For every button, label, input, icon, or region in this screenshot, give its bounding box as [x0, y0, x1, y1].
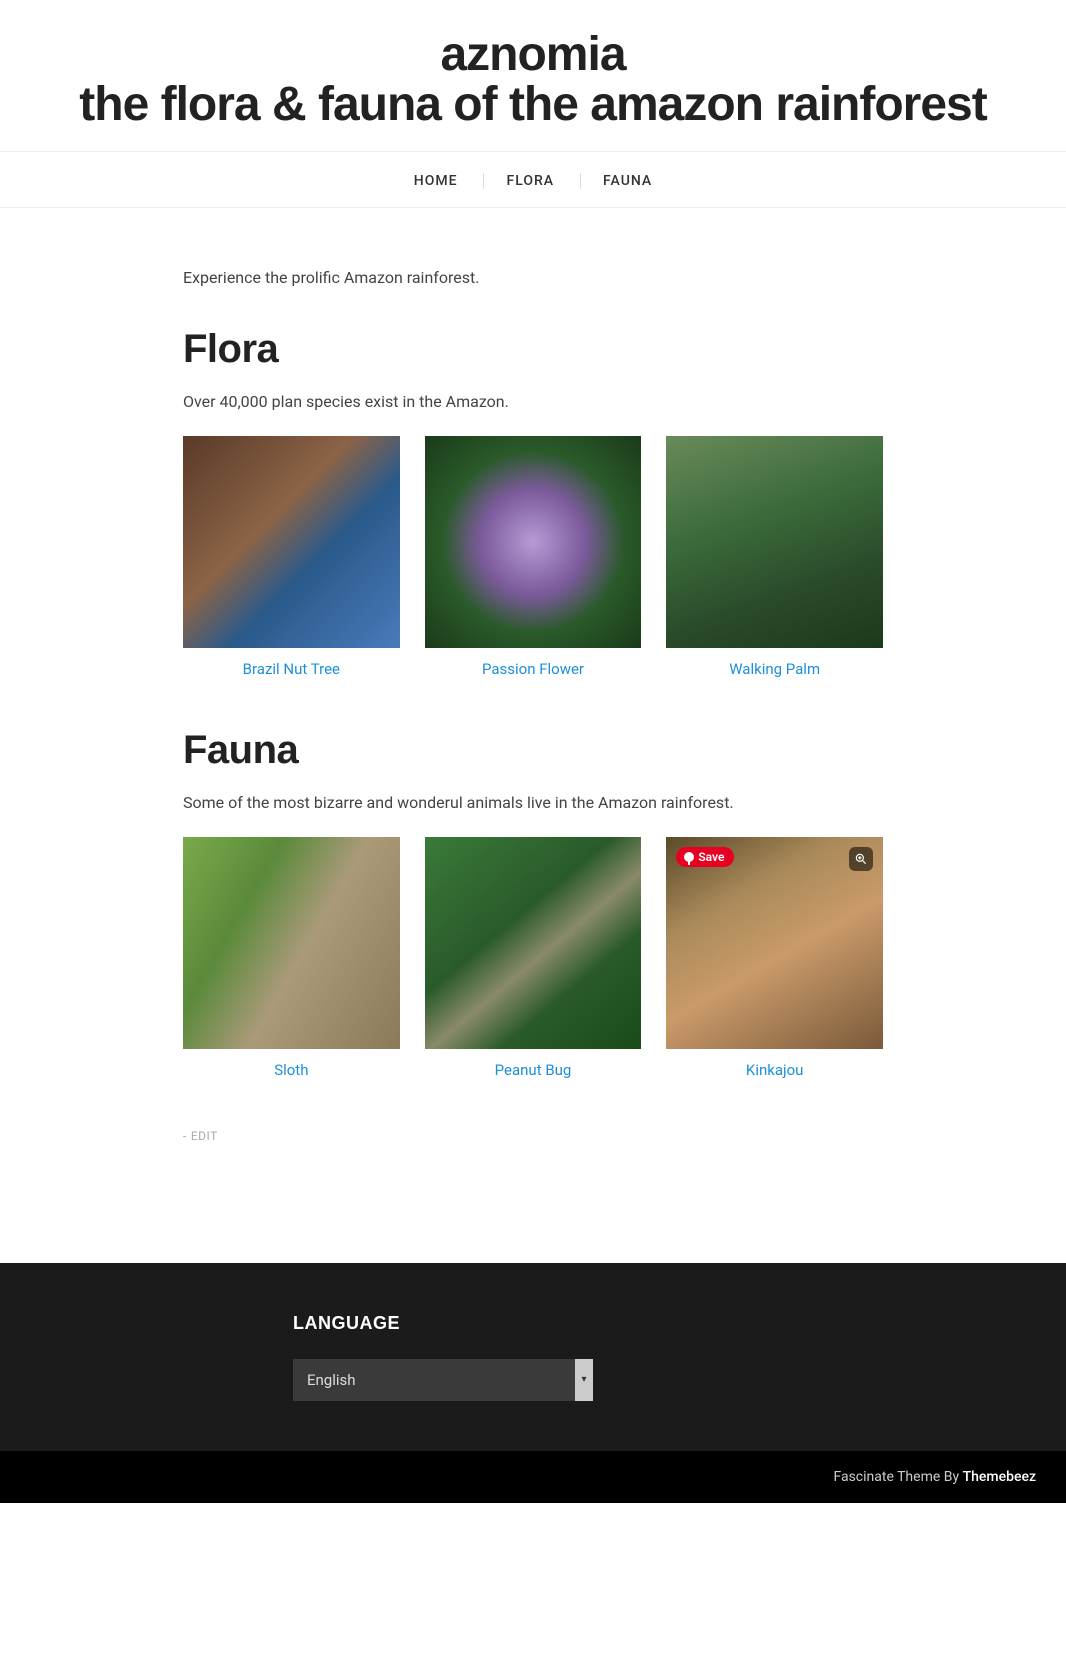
- site-title-line2: the flora & fauna of the amazon rainfore…: [20, 80, 1046, 130]
- nav-fauna[interactable]: FAUNA: [580, 173, 674, 189]
- flora-caption-link[interactable]: Brazil Nut Tree: [243, 660, 340, 678]
- fauna-item: Save Kinkajou: [666, 837, 883, 1079]
- main-content: Experience the prolific Amazon rainfores…: [143, 208, 923, 1183]
- zoom-icon: [854, 852, 868, 866]
- flora-item: Brazil Nut Tree: [183, 436, 400, 678]
- flora-item: Walking Palm: [666, 436, 883, 678]
- fauna-caption-link[interactable]: Kinkajou: [746, 1061, 804, 1079]
- fauna-caption-link[interactable]: Sloth: [274, 1061, 308, 1079]
- pinterest-icon: [684, 852, 694, 862]
- fauna-gallery: Sloth Peanut Bug Save: [183, 837, 883, 1079]
- chevron-down-icon: ▾: [575, 1359, 593, 1401]
- fauna-image-sloth[interactable]: [183, 837, 400, 1049]
- flora-description: Over 40,000 plan species exist in the Am…: [183, 392, 883, 411]
- flora-image-passion-flower[interactable]: [425, 436, 642, 648]
- fauna-item: Sloth: [183, 837, 400, 1079]
- footer-bottom: Fascinate Theme By Themebeez: [0, 1451, 1066, 1503]
- fauna-description: Some of the most bizarre and wonderul an…: [183, 793, 883, 812]
- fauna-heading: Fauna: [183, 728, 883, 773]
- site-title-line1: aznomia: [20, 30, 1046, 80]
- language-heading: LANGUAGE: [293, 1313, 773, 1334]
- flora-caption-link[interactable]: Passion Flower: [482, 660, 584, 678]
- save-button[interactable]: Save: [676, 847, 734, 867]
- nav-flora[interactable]: FLORA: [483, 173, 576, 189]
- edit-link[interactable]: EDIT: [191, 1129, 218, 1143]
- zoom-button[interactable]: [849, 847, 873, 871]
- fauna-image-peanut-bug[interactable]: [425, 837, 642, 1049]
- footer-inner: LANGUAGE English ▾: [253, 1313, 813, 1451]
- language-select[interactable]: English ▾: [293, 1359, 593, 1401]
- save-label: Save: [698, 850, 724, 864]
- theme-brand-link[interactable]: Themebeez: [963, 1469, 1036, 1485]
- flora-image-walking-palm[interactable]: [666, 436, 883, 648]
- language-selected-value: English: [293, 1359, 575, 1401]
- site-header: aznomia the flora & fauna of the amazon …: [0, 0, 1066, 151]
- theme-credit-prefix: Fascinate Theme By: [833, 1469, 962, 1485]
- fauna-image-kinkajou[interactable]: Save: [666, 837, 883, 1049]
- edit-row: -EDIT: [183, 1129, 883, 1143]
- main-nav: HOME FLORA FAUNA: [0, 151, 1066, 208]
- edit-dash: -: [183, 1129, 187, 1143]
- flora-gallery: Brazil Nut Tree Passion Flower Walking P…: [183, 436, 883, 678]
- nav-home[interactable]: HOME: [392, 173, 480, 189]
- flora-item: Passion Flower: [425, 436, 642, 678]
- intro-text: Experience the prolific Amazon rainfores…: [183, 268, 883, 287]
- flora-image-brazil-nut[interactable]: [183, 436, 400, 648]
- flora-caption-link[interactable]: Walking Palm: [729, 660, 820, 678]
- fauna-caption-link[interactable]: Peanut Bug: [495, 1061, 572, 1079]
- site-footer: LANGUAGE English ▾ Fascinate Theme By Th…: [0, 1263, 1066, 1503]
- flora-heading: Flora: [183, 327, 883, 372]
- fauna-item: Peanut Bug: [425, 837, 642, 1079]
